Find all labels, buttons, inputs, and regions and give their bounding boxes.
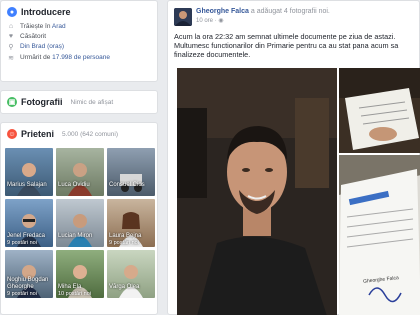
intro-lives-link[interactable]: Arad bbox=[52, 23, 66, 30]
photo-icon: ▣ bbox=[7, 97, 17, 107]
intro-followers-link[interactable]: 17.998 de persoane bbox=[52, 54, 110, 61]
post-header: Gheorghe Falca a adăugat 4 fotografii no… bbox=[174, 8, 330, 26]
post-meta: Gheorghe Falca a adăugat 4 fotografii no… bbox=[196, 8, 330, 26]
friend-tile[interactable]: Consuel Cios bbox=[107, 148, 155, 196]
friend-new-posts: 9 postări noi bbox=[7, 291, 37, 297]
intro-header: ● Introducere bbox=[1, 1, 157, 21]
friend-tile[interactable]: Luca Ovidiu bbox=[56, 148, 104, 196]
friend-new-posts: 9 postări noi bbox=[109, 240, 139, 246]
friend-name[interactable]: Lucian Miron bbox=[58, 233, 102, 240]
post-card: Gheorghe Falca a adăugat 4 fotografii no… bbox=[167, 0, 420, 315]
post-photo-side-1[interactable] bbox=[339, 68, 420, 153]
friend-name[interactable]: Vărga Olea bbox=[109, 284, 153, 291]
friend-name[interactable]: Luca Ovidiu bbox=[58, 182, 102, 189]
friend-tile[interactable]: Marius Salajan bbox=[5, 148, 53, 196]
post-action: a adăugat 4 fotografii noi. bbox=[248, 8, 330, 15]
friend-new-posts: 9 postări noi bbox=[7, 240, 37, 246]
intro-followers-label: Urmărit de bbox=[20, 54, 53, 61]
post-photo-side-2[interactable]: Gheorghe Falca bbox=[339, 155, 420, 315]
friend-name[interactable]: Jenel Fredaca bbox=[7, 233, 51, 240]
photos-header: ▣ Fotografii Nimic de afișat bbox=[1, 91, 157, 113]
post-photo-main[interactable] bbox=[177, 68, 337, 315]
friend-tile[interactable]: Lucian Miron bbox=[56, 199, 104, 247]
intro-married-label: Căsătorit bbox=[20, 32, 47, 40]
intro-row-followers: ≋ Urmărit de 17.998 de persoane bbox=[1, 52, 157, 63]
friend-name[interactable]: Marius Salajan bbox=[7, 182, 51, 189]
friend-tile[interactable]: Vărga Olea bbox=[107, 250, 155, 298]
friend-photo bbox=[68, 214, 92, 247]
intro-card: ● Introducere ⌂ Trăiește în Arad ♥ Căsăt… bbox=[0, 0, 158, 82]
friend-photo bbox=[68, 163, 92, 196]
intro-lives-label: Trăiește în bbox=[20, 22, 52, 30]
friend-tile[interactable]: Laura Bejna 9 postări noi bbox=[107, 199, 155, 247]
intro-row-lives: ⌂ Trăiește în Arad bbox=[1, 21, 157, 31]
photos-title[interactable]: Fotografii bbox=[21, 97, 63, 107]
friends-icon: ☺ bbox=[7, 129, 17, 139]
desk-photo bbox=[339, 68, 420, 153]
intro-title: Introducere bbox=[21, 7, 71, 17]
friend-tile[interactable]: Noghiu Bogdan Gheorghe 9 postări noi bbox=[5, 250, 53, 298]
home-icon: ⌂ bbox=[8, 22, 14, 30]
friend-photo bbox=[17, 163, 41, 196]
avatar-photo bbox=[174, 8, 192, 26]
friend-new-posts: 10 postări noi bbox=[58, 291, 92, 297]
intro-row-married: ♥ Căsătorit bbox=[1, 31, 157, 41]
friend-name[interactable]: Laura Bejna bbox=[109, 233, 153, 240]
friend-name[interactable]: Noghiu Bogdan Gheorghe bbox=[7, 277, 51, 290]
friends-count: 5.000 (642 comuni) bbox=[62, 130, 119, 138]
location-icon: ⚲ bbox=[8, 43, 14, 51]
friend-tile[interactable]: Miha Ela 10 postări noi bbox=[56, 250, 104, 298]
friend-name[interactable]: Miha Ela bbox=[58, 284, 102, 291]
friend-photo bbox=[119, 265, 143, 298]
avatar[interactable] bbox=[174, 8, 192, 26]
document-photo bbox=[339, 155, 420, 315]
friend-photo bbox=[120, 174, 142, 192]
selfie-photo bbox=[177, 68, 337, 315]
photos-empty-text: Nimic de afișat bbox=[70, 98, 114, 106]
intro-row-from: ⚲ Din Brad (oraș) bbox=[1, 41, 157, 52]
rss-icon: ≋ bbox=[8, 54, 14, 62]
friends-title[interactable]: Prieteni bbox=[21, 129, 54, 139]
globe-audience-icon[interactable]: · ◉ bbox=[215, 18, 224, 24]
globe-icon: ● bbox=[7, 7, 17, 17]
heart-icon: ♥ bbox=[8, 32, 14, 40]
friends-grid: Marius Salajan Luca Ovidiu Consuel Cios … bbox=[5, 148, 155, 298]
intro-from-link[interactable]: Din Brad (oraș) bbox=[20, 43, 64, 50]
post-author[interactable]: Gheorghe Falca bbox=[196, 8, 249, 15]
post-text: Acum la ora 22:32 am semnat ultimele doc… bbox=[174, 32, 399, 59]
photos-card: ▣ Fotografii Nimic de afișat bbox=[0, 90, 158, 114]
friends-header: ☺ Prieteni 5.000 (642 comuni) bbox=[1, 123, 157, 143]
friends-card: ☺ Prieteni 5.000 (642 comuni) Marius Sal… bbox=[0, 122, 158, 315]
friend-tile[interactable]: Jenel Fredaca 9 postări noi bbox=[5, 199, 53, 247]
friend-name[interactable]: Consuel Cios bbox=[109, 182, 153, 189]
post-time[interactable]: 10 ore bbox=[196, 18, 213, 24]
